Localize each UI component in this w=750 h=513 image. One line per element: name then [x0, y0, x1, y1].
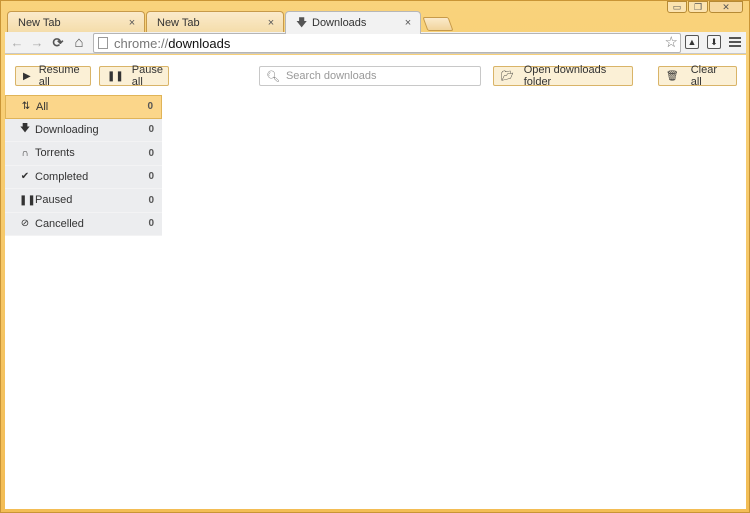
pause-all-label: Pause all: [131, 64, 163, 88]
sidebar-item-cancelled[interactable]: ⊘ Cancelled 0: [5, 212, 162, 236]
browser-window: ▭ ❐ ✕ New Tab × New Tab × 🡇 Downloads × …: [0, 0, 750, 513]
open-folder-label: Open downloads folder: [523, 64, 607, 88]
toolbar: ← → ⟳ ⌂ chrome://downloads ☆ ▲ ⬇: [5, 32, 746, 54]
check-icon: ✔: [20, 171, 30, 183]
forward-icon[interactable]: →: [29, 35, 45, 51]
down-arrow-icon: 🡇: [19, 123, 31, 135]
sidebar-item-count: 0: [148, 218, 154, 230]
sidebar-item-paused[interactable]: ❚❚ Paused 0: [5, 189, 162, 213]
filter-sidebar: ⇅ All 0 🡇 Downloading 0 ∩ Torrents 0 ✔ C…: [5, 95, 162, 236]
search-icon: 🔍︎: [266, 70, 280, 83]
home-icon[interactable]: ⌂: [71, 35, 87, 51]
download-arrow-icon: 🡇: [296, 16, 308, 29]
sidebar-item-torrents[interactable]: ∩ Torrents 0: [5, 142, 162, 166]
extension-image-icon[interactable]: ▲: [685, 35, 699, 49]
back-icon[interactable]: ←: [9, 35, 25, 51]
extension-download-icon[interactable]: ⬇: [707, 35, 721, 49]
resume-all-label: Resume all: [38, 64, 80, 88]
bookmark-star-icon[interactable]: ☆: [665, 34, 678, 52]
menu-icon[interactable]: [729, 37, 741, 47]
page-icon: [98, 37, 108, 49]
clear-all-label: Clear all: [690, 64, 717, 88]
close-tab-icon[interactable]: ×: [126, 17, 138, 29]
sort-arrows-icon: ⇅: [21, 101, 31, 113]
sidebar-item-label: Downloading: [35, 123, 99, 136]
resume-all-button[interactable]: ▶ Resume all: [15, 64, 91, 88]
tab-new-tab-2[interactable]: New Tab ×: [146, 11, 284, 33]
url-scheme: chrome://: [114, 35, 169, 51]
clear-all-button[interactable]: 🗑︎ Clear all: [658, 64, 737, 88]
sidebar-item-downloading[interactable]: 🡇 Downloading 0: [5, 118, 162, 142]
open-downloads-folder-button[interactable]: 📂︎ Open downloads folder: [493, 64, 633, 88]
folder-icon: 📂︎: [501, 70, 514, 82]
downloads-page: ▶ Resume all ❚❚ Pause all 🔍︎ 📂︎ Open dow…: [5, 55, 746, 509]
sidebar-item-count: 0: [148, 194, 154, 206]
pause-all-button[interactable]: ❚❚ Pause all: [99, 64, 169, 88]
reload-icon[interactable]: ⟳: [50, 35, 66, 51]
play-icon: ▶: [23, 70, 31, 82]
tab-label: Downloads: [312, 17, 367, 29]
sidebar-item-label: All: [36, 100, 49, 113]
sidebar-item-completed[interactable]: ✔ Completed 0: [5, 165, 162, 189]
address-bar[interactable]: chrome://downloads ☆: [93, 33, 681, 53]
tab-downloads[interactable]: 🡇 Downloads ×: [285, 11, 421, 34]
close-tab-icon[interactable]: ×: [265, 17, 277, 29]
magnet-icon: ∩: [21, 147, 29, 159]
sidebar-item-count: 0: [148, 124, 154, 136]
sidebar-item-count: 0: [148, 171, 154, 183]
url-path: downloads: [168, 35, 231, 51]
tab-label: New Tab: [18, 16, 61, 29]
sidebar-item-label: Paused: [35, 194, 73, 207]
search-input[interactable]: [285, 70, 476, 82]
search-box[interactable]: 🔍︎: [259, 66, 481, 86]
sidebar-item-label: Cancelled: [35, 217, 84, 230]
trash-icon: 🗑︎: [666, 70, 679, 82]
sidebar-item-all[interactable]: ⇅ All 0: [5, 95, 162, 119]
tab-label: New Tab: [157, 16, 200, 29]
sidebar-item-count: 0: [148, 147, 154, 159]
cancel-icon: ⊘: [20, 218, 30, 230]
tab-new-tab-1[interactable]: New Tab ×: [7, 11, 145, 33]
new-tab-button[interactable]: [422, 17, 454, 31]
sidebar-item-count: 0: [147, 101, 153, 113]
pause-icon: ❚❚: [107, 70, 124, 82]
pause-icon: ❚❚: [19, 194, 36, 206]
sidebar-item-label: Completed: [35, 170, 89, 183]
close-tab-icon[interactable]: ×: [402, 17, 414, 29]
sidebar-item-label: Torrents: [35, 147, 75, 160]
tab-strip: New Tab × New Tab × 🡇 Downloads ×: [7, 11, 727, 34]
